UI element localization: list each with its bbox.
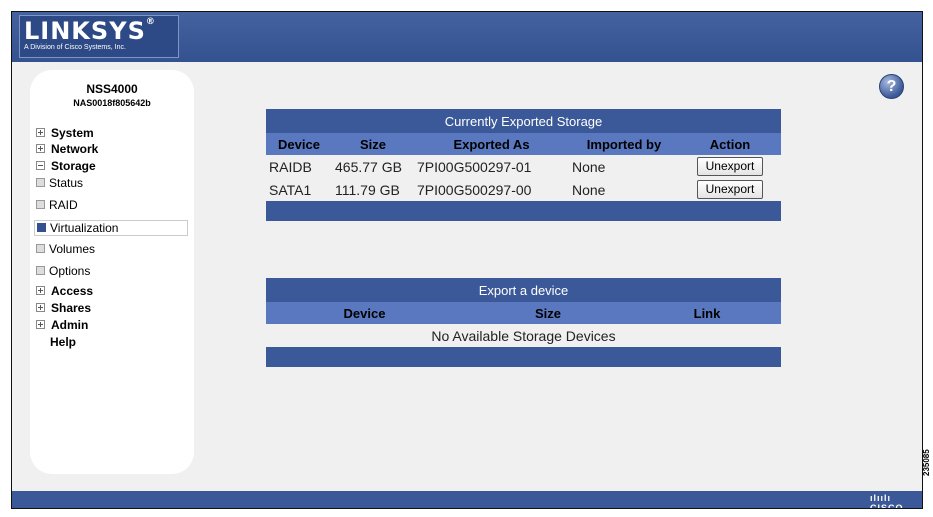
device-cell: RAIDB: [269, 158, 312, 175]
exported-as-cell: 7PI00G500297-01: [417, 158, 532, 175]
expand-icon: [36, 303, 45, 313]
nav-volumes-label: Volumes: [49, 242, 96, 256]
device-cell: SATA1: [269, 181, 312, 198]
bullet-icon: [36, 244, 45, 254]
nav-admin[interactable]: Admin: [36, 318, 88, 332]
cisco-logo: ılıılı CISCO: [870, 493, 904, 509]
bottom-banner: ılıılı CISCO: [12, 491, 922, 508]
unexport-button[interactable]: Unexport: [697, 180, 763, 199]
device-serial: NAS0018f805642b: [73, 98, 151, 108]
nav-admin-label: Admin: [51, 318, 89, 332]
bullet-icon: [37, 223, 46, 233]
unexport-button[interactable]: Unexport: [697, 157, 763, 176]
nav-storage-label: Storage: [51, 159, 96, 173]
empty-message: No Available Storage Devices: [431, 327, 616, 344]
nav-help[interactable]: Help: [50, 335, 76, 349]
nav-shares[interactable]: Shares: [36, 301, 91, 315]
nav-shares-label: Shares: [51, 301, 92, 315]
nav-storage-options[interactable]: Options: [36, 264, 90, 278]
nav-network[interactable]: Network: [36, 142, 98, 156]
table-footer-bar: [266, 347, 781, 367]
nav-storage-volumes[interactable]: Volumes: [36, 242, 95, 256]
app-window: LINKSYS® A Division of Cisco Systems, In…: [11, 11, 923, 509]
device-model: NSS4000: [86, 82, 138, 96]
nav-access-label: Access: [51, 284, 94, 298]
expand-icon: [36, 128, 45, 138]
table-footer-bar: [266, 201, 781, 221]
column-header: Exported As: [414, 133, 569, 155]
figure-id: 235085: [922, 449, 931, 476]
bullet-icon: [36, 200, 45, 210]
nav-status-label: Status: [49, 176, 84, 190]
expand-icon: [36, 320, 45, 330]
table-row: RAIDB 465.77 GB 7PI00G500297-01 None Une…: [266, 155, 781, 178]
nav-system-label: System: [51, 126, 94, 140]
column-header: Action: [679, 133, 781, 155]
nav-help-label: Help: [50, 335, 77, 349]
imported-by-cell: None: [572, 158, 606, 175]
bullet-icon: [36, 266, 45, 276]
column-header: Size: [463, 302, 633, 324]
top-banner: LINKSYS® A Division of Cisco Systems, In…: [12, 12, 922, 62]
column-header: Device: [266, 302, 463, 324]
column-header: Imported by: [569, 133, 679, 155]
help-icon[interactable]: ?: [879, 74, 904, 99]
sidebar: NSS4000 NAS0018f805642b System Network S…: [30, 70, 194, 474]
nav-system[interactable]: System: [36, 126, 94, 140]
nav-storage[interactable]: Storage: [36, 159, 96, 173]
export-device-title: Export a device: [266, 278, 781, 302]
nav-access[interactable]: Access: [36, 284, 93, 298]
logo-tagline: A Division of Cisco Systems, Inc.: [24, 44, 126, 51]
exported-as-cell: 7PI00G500297-00: [417, 181, 532, 198]
logo-registered-mark: ®: [145, 17, 156, 27]
exported-storage-title: Currently Exported Storage: [266, 109, 781, 133]
action-cell: Unexport: [679, 178, 781, 201]
column-header: Device: [266, 133, 332, 155]
linksys-logo: LINKSYS® A Division of Cisco Systems, In…: [19, 15, 179, 58]
action-cell: Unexport: [679, 155, 781, 178]
nav-network-label: Network: [51, 142, 99, 156]
logo-text: LINKSYS: [24, 17, 146, 45]
table-row: SATA1 111.79 GB 7PI00G500297-00 None Une…: [266, 178, 781, 201]
nav-options-label: Options: [49, 264, 91, 278]
size-cell: 111.79 GB: [335, 181, 400, 198]
column-header: Size: [332, 133, 414, 155]
nav-storage-virtualization[interactable]: Virtualization: [34, 220, 188, 236]
imported-by-cell: None: [572, 181, 606, 198]
collapse-icon: [36, 161, 45, 171]
exported-storage-table: Currently Exported Storage Device Size E…: [266, 109, 781, 221]
nav-storage-raid[interactable]: RAID: [36, 198, 78, 212]
size-cell: 465.77 GB: [335, 158, 402, 175]
expand-icon: [36, 286, 45, 296]
export-device-table: Export a device Device Size Link No Avai…: [266, 278, 781, 367]
column-header: Link: [633, 302, 781, 324]
nav-storage-status[interactable]: Status: [36, 176, 83, 190]
nav-virtualization-label: Virtualization: [50, 221, 119, 235]
bullet-icon: [36, 178, 45, 188]
expand-icon: [36, 144, 45, 154]
nav-raid-label: RAID: [49, 198, 78, 212]
